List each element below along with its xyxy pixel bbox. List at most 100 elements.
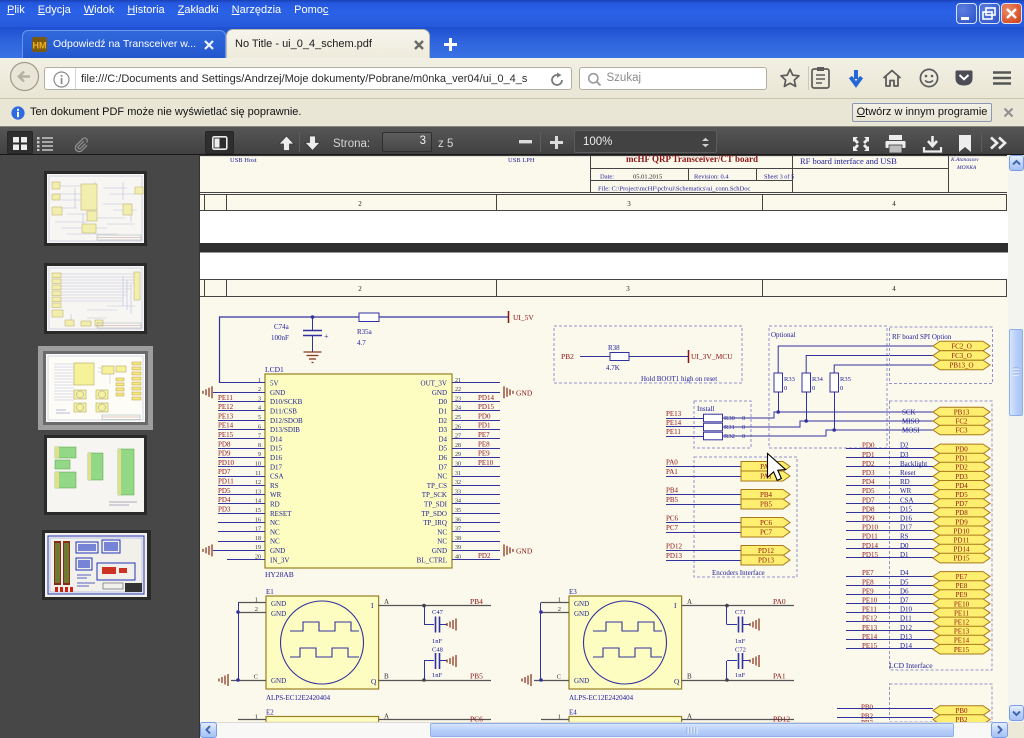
svg-text:MONKA: MONKA [956, 165, 977, 171]
svg-text:3: 3 [627, 200, 631, 208]
svg-text:PE11: PE11 [954, 609, 969, 617]
svg-text:PD0: PD0 [955, 446, 968, 454]
svg-text:HM: HM [33, 41, 47, 51]
svg-text:PD11: PD11 [218, 478, 234, 486]
svg-text:D12/SDOB: D12/SDOB [270, 417, 303, 425]
svg-text:PA1: PA1 [773, 672, 786, 681]
svg-text:PB5: PB5 [760, 501, 773, 509]
svg-text:1nF: 1nF [432, 672, 443, 679]
svg-text:PC6: PC6 [760, 519, 773, 527]
svg-text:C71: C71 [735, 609, 746, 616]
svg-text:1nF: 1nF [735, 638, 746, 645]
svg-text:PE15: PE15 [218, 431, 234, 439]
svg-text:UI_3V_MCU: UI_3V_MCU [691, 352, 733, 361]
svg-text:Sheet 3 of 5: Sheet 3 of 5 [764, 174, 794, 181]
svg-text:PD0: PD0 [478, 412, 491, 420]
svg-text:RD: RD [270, 501, 280, 509]
svg-text:NC: NC [270, 538, 280, 546]
svg-text:USB Host: USB Host [230, 157, 257, 164]
svg-text:C74a: C74a [274, 323, 290, 331]
svg-text:2: 2 [358, 200, 362, 208]
svg-text:GND: GND [516, 546, 533, 555]
svg-text:PE10: PE10 [478, 459, 494, 467]
svg-text:4: 4 [892, 200, 896, 208]
svg-text:GND: GND [270, 389, 285, 397]
svg-text:ALPS-EC12E2420404: ALPS-EC12E2420404 [266, 694, 331, 702]
svg-text:PD9: PD9 [955, 518, 968, 526]
svg-text:NC: NC [437, 528, 447, 536]
svg-text:D2: D2 [438, 417, 447, 425]
svg-text:C48: C48 [432, 647, 443, 654]
svg-text:IN_3V: IN_3V [270, 556, 289, 564]
svg-text:GND: GND [574, 677, 589, 685]
svg-text:FC2: FC2 [955, 418, 968, 426]
svg-text:B: B [687, 673, 692, 681]
svg-text:D4: D4 [438, 435, 447, 443]
svg-text:11: 11 [255, 471, 261, 477]
svg-text:PE14: PE14 [666, 419, 682, 427]
svg-text:PB5: PB5 [470, 672, 483, 681]
svg-text:PD3: PD3 [955, 473, 968, 481]
svg-text:PD13: PD13 [758, 557, 774, 565]
svg-text:PD2: PD2 [478, 552, 491, 560]
svg-text:PE9: PE9 [956, 591, 968, 599]
svg-text:PB0: PB0 [861, 704, 874, 712]
svg-text:PC6: PC6 [470, 715, 483, 723]
svg-text:Q: Q [674, 677, 680, 686]
svg-text:FC2_O: FC2_O [951, 343, 972, 351]
svg-text:Install: Install [697, 405, 715, 413]
svg-text:PD12: PD12 [758, 547, 774, 555]
svg-text:PD10: PD10 [218, 459, 234, 467]
svg-text:PD5: PD5 [218, 487, 231, 495]
svg-text:PC7: PC7 [760, 529, 773, 537]
svg-text:PB0: PB0 [955, 707, 968, 715]
svg-text:PD15: PD15 [954, 555, 970, 563]
svg-text:PA0: PA0 [773, 597, 786, 606]
svg-text:PE12: PE12 [218, 403, 234, 411]
svg-text:D1: D1 [438, 408, 447, 416]
svg-text:D6: D6 [438, 454, 447, 462]
svg-text:Hold BOOT1 high on reset: Hold BOOT1 high on reset [641, 375, 717, 383]
svg-text:PC7: PC7 [666, 524, 679, 532]
svg-text:E4: E4 [569, 709, 577, 717]
svg-text:C47: C47 [432, 609, 444, 616]
svg-text:4.7: 4.7 [357, 339, 366, 347]
svg-text:RD: RD [900, 478, 910, 486]
svg-text:PD1: PD1 [478, 422, 491, 430]
svg-text:R38: R38 [608, 344, 620, 352]
svg-text:GND: GND [270, 547, 285, 555]
svg-text:PD9: PD9 [218, 450, 231, 458]
svg-text:USB LPH: USB LPH [508, 157, 535, 164]
svg-text:PE7: PE7 [478, 431, 490, 439]
svg-text:LCD1: LCD1 [265, 365, 284, 374]
svg-text:PE10: PE10 [954, 600, 970, 608]
svg-text:PD14: PD14 [954, 546, 970, 554]
svg-text:PD12: PD12 [773, 715, 790, 723]
svg-text:0: 0 [840, 385, 843, 392]
svg-text:R33: R33 [784, 376, 795, 383]
svg-text:E2: E2 [266, 709, 274, 717]
svg-text:A: A [687, 598, 692, 606]
svg-text:PD3: PD3 [218, 505, 231, 513]
svg-text:0: 0 [812, 385, 815, 392]
svg-text:Encoders Interface: Encoders Interface [712, 569, 765, 577]
svg-text:PD5: PD5 [955, 491, 968, 499]
svg-text:PB13_O: PB13_O [949, 362, 973, 370]
svg-text:31: 31 [455, 471, 461, 477]
svg-text:C72: C72 [735, 647, 746, 654]
svg-text:PD13: PD13 [666, 552, 682, 560]
svg-text:1nF: 1nF [432, 638, 443, 645]
svg-text:D0: D0 [438, 398, 447, 406]
svg-text:RS: RS [270, 482, 279, 490]
svg-text:PD14: PD14 [478, 394, 494, 402]
svg-text:SCK: SCK [902, 409, 916, 417]
svg-text:NC: NC [437, 473, 447, 481]
svg-text:C: C [557, 674, 561, 681]
svg-text:PD8: PD8 [218, 440, 231, 448]
svg-text:PD3: PD3 [862, 469, 875, 477]
svg-text:PB4: PB4 [470, 597, 483, 606]
svg-text:1: 1 [255, 597, 258, 604]
svg-text:Q: Q [371, 677, 377, 686]
svg-text:E1: E1 [266, 588, 274, 596]
svg-text:TP_SDI: TP_SDI [424, 501, 448, 509]
